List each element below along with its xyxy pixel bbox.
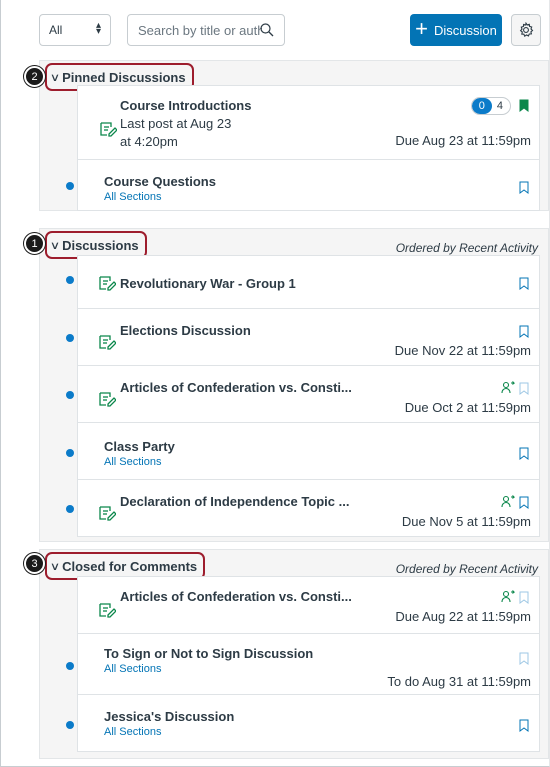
peer-review-icon [501,381,515,394]
gear-icon [519,22,534,38]
discussion-item-revolutionary-war[interactable]: Revolutionary War - Group 1 [66,255,540,309]
discussion-item-course-introductions[interactable]: Course Introductions Last post at Aug 23… [77,85,540,160]
group-title: Discussions [62,238,139,253]
discussion-title[interactable]: Declaration of Independence Topic ... [120,494,349,509]
discussions-toolbar: All ▴▾ + Discussion [39,14,541,46]
bookmark-icon[interactable] [519,719,529,732]
bookmark-icon[interactable] [519,382,529,395]
plus-icon: + [415,16,428,41]
discussion-item-jessicas-discussion[interactable]: Jessica's Discussion All Sections [66,694,540,752]
chevron-down-icon: ∨ [49,561,61,573]
discussion-item-course-questions[interactable]: Course Questions All Sections [66,159,540,211]
group-title: Pinned Discussions [62,70,186,85]
assignment-discussion-icon [99,276,116,291]
discussion-item-articles-of-confederation-closed[interactable]: Articles of Confederation vs. Consti... … [77,576,540,634]
callout-marker: 2 [24,66,45,87]
peer-review-icon [501,495,515,508]
discussion-title[interactable]: Course Questions [104,174,216,189]
discussion-item-articles-of-confederation[interactable]: Articles of Confederation vs. Consti... … [66,365,540,423]
todo-date: To do Aug 31 at 11:59pm [387,674,531,689]
ordered-by-label: Ordered by Recent Activity [395,562,538,576]
sections-link[interactable]: All Sections [104,191,161,203]
filter-select-value: All [49,23,63,37]
last-post-text: Last post at Aug 23 at 4:20pm [120,116,232,149]
bookmark-icon[interactable] [519,447,529,460]
settings-button[interactable] [511,14,541,46]
bookmark-icon[interactable] [519,591,529,604]
reply-count-badges: 0 4 [470,97,511,115]
unread-count-badge: 0 [471,98,492,114]
unread-indicator [66,334,74,342]
discussion-title[interactable]: Articles of Confederation vs. Consti... [120,589,352,604]
discussions-group: ∨ Discussions Ordered by Recent Activity… [39,228,549,542]
callout-marker: 3 [24,553,45,574]
sections-link[interactable]: All Sections [104,456,161,468]
group-title: Closed for Comments [62,559,198,574]
discussion-title[interactable]: Course Introductions [120,98,251,113]
bookmark-filled-icon[interactable] [519,99,529,112]
assignment-discussion-icon [99,603,116,618]
discussion-title[interactable]: Class Party [104,439,175,454]
unread-indicator [66,662,74,670]
discussion-title[interactable]: Articles of Confederation vs. Consti... [120,380,352,395]
unread-indicator [66,182,74,190]
reply-count-badge: 4 [496,100,503,112]
chevron-down-icon: ∨ [49,240,61,252]
bookmark-icon[interactable] [519,496,529,509]
due-date: Due Aug 23 at 11:59pm [395,133,531,148]
discussion-item-class-party[interactable]: Class Party All Sections [66,422,540,480]
discussion-item-elections[interactable]: Elections Discussion Due Nov 22 at 11:59… [66,308,540,366]
bookmark-icon[interactable] [519,325,529,338]
due-date: Due Nov 22 at 11:59pm [394,343,531,358]
discussion-title[interactable]: To Sign or Not to Sign Discussion [104,646,313,661]
assignment-discussion-icon [99,392,116,407]
discussion-title[interactable]: Revolutionary War - Group 1 [120,276,296,291]
select-arrows-icon: ▴ ▾ [95,20,101,37]
callout-marker: 1 [24,233,45,254]
assignment-discussion-icon [99,506,116,521]
assignment-discussion-icon [100,122,117,137]
filter-select[interactable]: All ▴ ▾ [39,14,111,46]
search-field[interactable] [127,14,285,46]
due-date: Due Aug 22 at 11:59pm [395,609,531,624]
unread-indicator [66,505,74,513]
bookmark-icon[interactable] [519,181,529,194]
unread-indicator [66,449,74,457]
peer-review-icon [501,590,515,603]
sections-link[interactable]: All Sections [104,726,161,738]
add-discussion-label: Discussion [434,22,497,38]
add-discussion-button[interactable]: + Discussion [410,14,502,46]
discussion-item-to-sign-or-not[interactable]: To Sign or Not to Sign Discussion All Se… [66,633,540,695]
unread-indicator [66,721,74,729]
closed-for-comments-group: ∨ Closed for Comments Ordered by Recent … [39,549,549,759]
due-date: Due Nov 5 at 11:59pm [401,514,531,529]
ordered-by-label: Ordered by Recent Activity [395,241,538,255]
discussion-title[interactable]: Elections Discussion [120,323,251,338]
due-date: Due Oct 2 at 11:59pm [404,400,531,415]
bookmark-icon[interactable] [519,652,529,665]
discussion-title[interactable]: Jessica's Discussion [104,709,234,724]
pinned-discussions-group: ∨ Pinned Discussions Course Introduction… [39,60,549,211]
discussion-item-declaration-of-independence[interactable]: Declaration of Independence Topic ... Du… [66,479,540,537]
assignment-discussion-icon [99,335,116,350]
search-icon [260,23,274,37]
unread-indicator [66,391,74,399]
chevron-down-icon: ∨ [49,72,61,84]
unread-indicator [66,276,74,284]
bookmark-icon[interactable] [519,277,529,290]
discussions-page: All ▴▾ + Discussion ∨ Pinned Discussions [0,0,550,767]
sections-link[interactable]: All Sections [104,663,161,675]
search-input[interactable] [138,23,262,38]
